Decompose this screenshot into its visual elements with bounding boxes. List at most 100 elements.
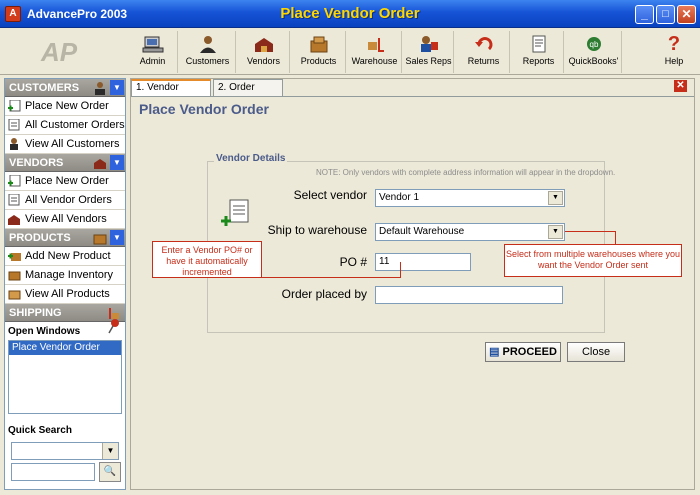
po-number-field[interactable]: 11 [375,253,471,271]
customer-icon [10,138,18,150]
title-bar: A AdvancePro 2003 Place Vendor Order _ □… [0,0,700,28]
sidebar-item-add-new-product[interactable]: Add New Product [5,247,125,266]
tab-strip: 1. Vendor Details 2. Order Details ✕ [131,79,694,109]
vendors-icon [254,38,273,52]
warehouse-select-value: Default Warehouse [379,226,465,237]
proceed-label: PROCEED [502,346,557,358]
quick-search-type-select[interactable]: ▼ [11,442,119,460]
open-window-item[interactable]: Place Vendor Order [9,341,121,355]
add-order-icon [8,175,21,187]
sidebar-item-manage-inventory[interactable]: Manage Inventory [5,266,125,285]
vendor-note: NOTE: Only vendors with complete address… [316,168,616,177]
sidebar-section-title: SHIPPING [9,307,62,319]
toolbar-customers-label: Customers [185,56,230,66]
admin-icon [142,36,163,53]
vendor-select[interactable]: Vendor 1 ▼ [375,189,565,207]
vendor-icon [8,215,20,225]
maximize-button[interactable]: □ [656,5,675,24]
sidebar-item-label: Place New Order [25,175,109,187]
main-panel: 1. Vendor Details 2. Order Details ✕ Pla… [130,78,695,490]
proceed-button[interactable]: ▤ PROCEED [485,342,561,362]
close-icon[interactable]: ✕ [674,80,687,92]
toolbar-quickbooks-button[interactable]: qb QuickBooks' [566,31,622,73]
toolbar-reports-label: Reports [522,56,555,66]
orders-icon [8,119,20,131]
proceed-icon: ▤ [489,346,503,358]
po-callout-line [400,262,401,278]
sidebar-section-customers[interactable]: CUSTOMERS ▼ [5,79,125,97]
tab-panel: Place Vendor Order Vendor Details NOTE: … [131,96,694,489]
ship-to-warehouse-label: Ship to warehouse [267,223,367,237]
pushpin-icon[interactable] [107,318,121,334]
reports-icon [532,35,545,53]
warehouse-icon [367,38,384,52]
close-button[interactable]: Close [567,342,625,362]
open-windows-header: Open Windows [5,319,125,340]
sidebar-section-vendors[interactable]: VENDORS ▼ [5,154,125,172]
sidebar-item-all-customer-orders[interactable]: All Customer Orders [5,116,125,135]
select-vendor-label: Select vendor [293,188,367,202]
minimize-button[interactable]: _ [635,5,654,24]
product-icon [8,290,21,300]
chevron-down-icon[interactable]: ▼ [110,230,124,245]
chevron-down-icon[interactable]: ▼ [548,225,563,239]
sidebar-item-label: Add New Product [25,250,111,262]
toolbar-returns-button[interactable]: Returns [458,31,510,73]
quick-search-button[interactable]: 🔍 [99,462,121,482]
toolbar-admin-button[interactable]: Admin [128,31,178,73]
sidebar-section-title: CUSTOMERS [9,82,80,94]
orders-icon [8,194,20,206]
toolbar-reports-button[interactable]: Reports [514,31,564,73]
po-callout-line [262,277,400,278]
sidebar-item-label: All Vendor Orders [25,194,112,206]
customers-section-icon [95,82,105,95]
order-placed-by-field[interactable] [375,286,563,304]
quick-search-label: Quick Search [8,425,72,436]
close-window-button[interactable]: ✕ [677,5,696,24]
toolbar-warehouse-button[interactable]: Warehouse [348,31,402,73]
chevron-down-icon[interactable]: ▼ [110,155,124,170]
toolbar-sales-reps-label: Sales Reps [405,56,452,66]
sidebar-section-products[interactable]: PRODUCTS ▼ [5,229,125,247]
chevron-down-icon[interactable]: ▼ [102,443,118,459]
toolbar-products-label: Products [300,56,337,66]
vendor-details-legend: Vendor Details [214,153,288,164]
toolbar-vendors-button[interactable]: Vendors [238,31,290,73]
po-callout: Enter a Vendor PO# or have it automatica… [152,241,262,278]
sidebar-item-label: View All Vendors [25,213,107,225]
chevron-down-icon[interactable]: ▼ [548,191,563,205]
sidebar-item-label: View All Products [25,288,110,300]
tab-vendor-details[interactable]: 1. Vendor Details [131,79,211,107]
warehouse-select[interactable]: Default Warehouse ▼ [375,223,565,241]
tab-order-details[interactable]: 2. Order Details [213,79,283,109]
toolbar-help-label: Help [664,56,684,66]
sidebar-item-label: All Customer Orders [25,119,125,131]
chevron-down-icon[interactable]: ▼ [110,80,124,95]
sidebar-item-all-vendor-orders[interactable]: All Vendor Orders [5,191,125,210]
vendor-select-value: Vendor 1 [379,192,420,203]
toolbar-quickbooks-label: QuickBooks' [568,56,619,66]
quick-search-input[interactable] [11,463,95,481]
main-toolbar: AP Admin Customers Vendors Products Ware… [0,29,700,75]
sidebar-section-title: PRODUCTS [9,232,71,244]
toolbar-products-button[interactable]: Products [292,31,346,73]
products-section-icon [93,234,107,245]
sidebar-item-place-new-order[interactable]: Place New Order [5,97,125,116]
advancepro-logo: AP [40,37,78,67]
sales-reps-icon [420,36,438,52]
search-key-icon: 🔍 [103,466,117,477]
sidebar-item-view-all-customers[interactable]: View All Customers [5,135,125,154]
toolbar-help-button[interactable]: ? Help [652,31,696,73]
warehouse-callout-line [565,231,615,232]
window-title: Place Vendor Order [280,5,420,22]
order-placed-by-label: Order placed by [281,287,367,301]
add-product-icon [8,253,21,261]
toolbar-admin-label: Admin [139,56,166,66]
sidebar-item-view-all-products[interactable]: View All Products [5,285,125,304]
toolbar-sales-reps-button[interactable]: Sales Reps [404,31,454,73]
sidebar-item-place-new-vendor-order[interactable]: Place New Order [5,172,125,191]
sidebar-item-view-all-vendors[interactable]: View All Vendors [5,210,125,229]
toolbar-customers-button[interactable]: Customers [180,31,236,73]
toolbar-returns-label: Returns [467,56,500,66]
sidebar-section-title: VENDORS [9,157,64,169]
